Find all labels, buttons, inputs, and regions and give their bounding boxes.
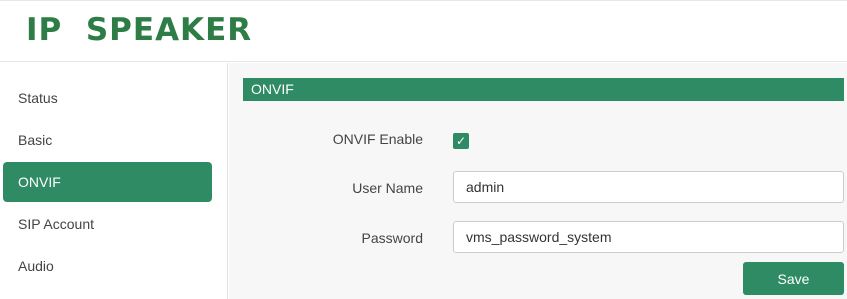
password-label: Password (361, 230, 423, 246)
sidebar-item-onvif[interactable]: ONVIF (3, 162, 212, 202)
sidebar-item-sip-account[interactable]: SIP Account (3, 204, 212, 244)
user-name-label: User Name (352, 180, 423, 196)
sidebar-item-audio[interactable]: Audio (3, 246, 212, 286)
header-divider (0, 0, 847, 1)
save-button[interactable]: Save (743, 262, 844, 295)
sidebar: Status Basic ONVIF SIP Account Audio (0, 63, 228, 299)
app-header: IP SPEAKER (0, 0, 847, 62)
user-name-input[interactable] (453, 171, 844, 203)
onvif-enable-label: ONVIF Enable (332, 131, 423, 147)
brand-logo: IP SPEAKER (26, 12, 253, 48)
sidebar-item-basic[interactable]: Basic (3, 120, 212, 160)
password-input[interactable] (453, 221, 844, 253)
sidebar-item-status[interactable]: Status (3, 78, 212, 118)
section-title: ONVIF (243, 78, 844, 101)
onvif-enable-checkbox[interactable]: ✓ (453, 133, 469, 149)
